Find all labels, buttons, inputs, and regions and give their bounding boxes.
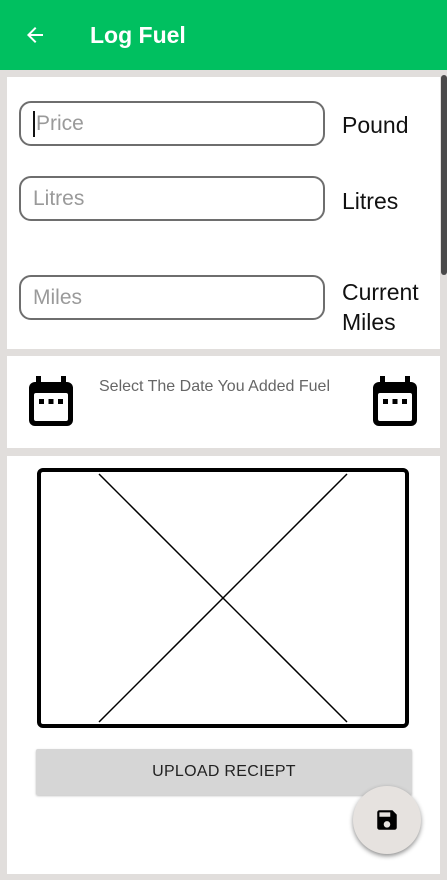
- miles-unit-line1: Current: [342, 279, 419, 305]
- page-title: Log Fuel: [90, 21, 186, 48]
- save-icon: [377, 810, 397, 830]
- price-input[interactable]: Price: [19, 101, 325, 146]
- litres-input[interactable]: Litres: [19, 176, 325, 221]
- text-caret: [33, 110, 35, 137]
- fuel-details-card: Price Pound Litres Litres Miles Current …: [7, 77, 440, 349]
- litres-placeholder: Litres: [33, 186, 85, 210]
- calendar-icon[interactable]: [27, 376, 75, 428]
- arrow-back-icon: [27, 27, 43, 43]
- upload-receipt-button[interactable]: UPLOAD RECIEPT: [36, 749, 412, 795]
- scrollbar-thumb[interactable]: [441, 75, 447, 275]
- save-button[interactable]: [353, 786, 421, 854]
- miles-unit-line2: Miles: [342, 309, 396, 335]
- receipt-image-placeholder: [37, 468, 409, 728]
- date-card: Select The Date You Added Fuel: [7, 356, 440, 448]
- miles-placeholder: Miles: [33, 285, 83, 309]
- price-unit-label: Pound: [342, 112, 409, 138]
- calendar-icon[interactable]: [371, 376, 419, 428]
- price-placeholder: Price: [36, 111, 84, 135]
- miles-input[interactable]: Miles: [19, 275, 325, 320]
- app-bar: Log Fuel: [0, 0, 447, 70]
- litres-unit-label: Litres: [342, 188, 399, 214]
- miles-unit-label: Current Miles: [342, 277, 419, 337]
- image-placeholder-cross: [98, 473, 348, 723]
- back-button[interactable]: [15, 15, 55, 55]
- date-prompt[interactable]: Select The Date You Added Fuel: [99, 378, 330, 396]
